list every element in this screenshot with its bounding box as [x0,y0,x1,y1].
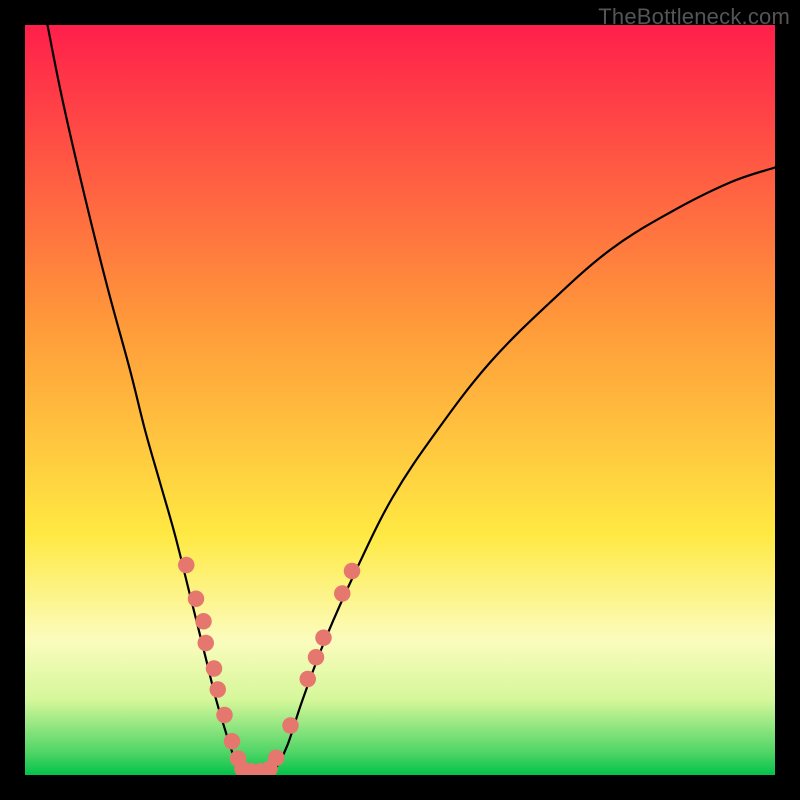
marker-dot [210,681,227,698]
marker-dot [206,660,223,677]
marker-dot [344,563,361,580]
marker-dot [308,649,325,666]
marker-dot [216,707,233,724]
marker-dot [198,635,215,652]
watermark-text: TheBottleneck.com [598,4,790,30]
marker-dot [300,671,317,688]
marker-dot [268,750,285,767]
marker-dot [178,557,195,574]
marker-dot [224,733,241,750]
chart-frame [25,25,775,775]
marker-dot [315,630,332,647]
marker-dot [188,591,205,608]
marker-dot [334,585,351,602]
marker-dot [282,717,299,734]
bottleneck-curve-chart [25,25,775,775]
marker-dot [195,613,212,630]
